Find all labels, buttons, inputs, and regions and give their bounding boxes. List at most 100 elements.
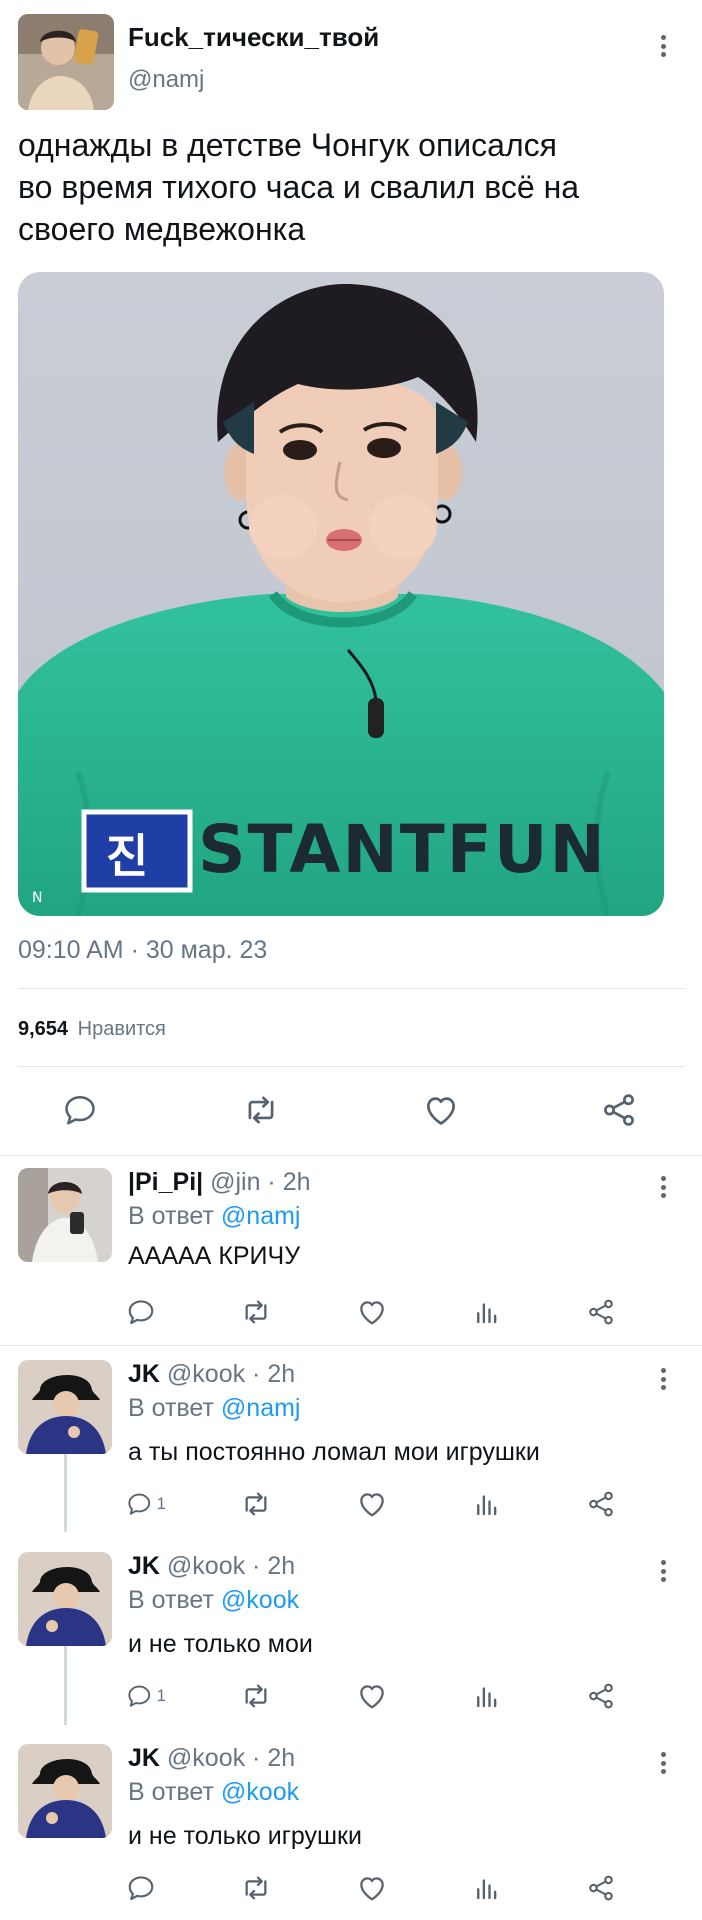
retweet-icon [240, 1872, 272, 1904]
reply-tweet[interactable]: JK @kook · 2h В ответ @namj а ты постоян… [0, 1346, 702, 1536]
stats-bars-icon [472, 1297, 502, 1327]
reply-text: ААААА КРИЧУ [128, 1242, 301, 1270]
reply-handle-time[interactable]: @kook · 2h [167, 1360, 295, 1388]
like-button[interactable] [356, 1484, 396, 1524]
reply-to-link[interactable]: @namj [221, 1202, 301, 1230]
reply-tweet[interactable]: |Pi_Pi| @jin · 2h В ответ @namj ААААА КР… [0, 1156, 702, 1344]
reply-context: В ответ @kook [128, 1778, 299, 1807]
share-button[interactable] [586, 1676, 626, 1716]
share-icon [586, 1873, 616, 1903]
reply-handle-time[interactable]: @jin · 2h [210, 1168, 310, 1196]
tweet-media-image[interactable]: STANTFUN 진 N [18, 272, 664, 916]
author-handle[interactable]: @namj [128, 66, 204, 94]
reply-button[interactable] [62, 1090, 102, 1130]
reply-author-name[interactable]: JK [128, 1552, 160, 1580]
retweet-button[interactable] [240, 1676, 280, 1716]
reply-author-name[interactable]: JK [128, 1744, 160, 1772]
share-button[interactable] [586, 1868, 626, 1908]
stats-button[interactable] [472, 1868, 512, 1908]
more-options-icon[interactable] [653, 31, 673, 61]
reply-prefix: В ответ [128, 1394, 214, 1422]
reply-to-link[interactable]: @namj [221, 1394, 301, 1422]
more-options-icon[interactable] [653, 1172, 673, 1202]
reply-handle-time[interactable]: @kook · 2h [167, 1744, 295, 1772]
reply-avatar[interactable] [18, 1552, 112, 1646]
reply-text: а ты постоянно ломал мои игрушки [128, 1438, 540, 1466]
heart-icon [356, 1488, 388, 1520]
reply-to-link[interactable]: @kook [221, 1778, 299, 1806]
more-options-icon[interactable] [653, 1556, 673, 1586]
reply-text: и не только мои [128, 1630, 313, 1658]
like-button[interactable] [356, 1292, 396, 1332]
heart-icon [356, 1872, 388, 1904]
share-button[interactable] [586, 1484, 626, 1524]
share-icon [600, 1091, 638, 1129]
reply-avatar[interactable] [18, 1168, 112, 1262]
tweet-text: однажды в детстве Чонгук описался во вре… [18, 124, 579, 250]
reply-header: |Pi_Pi| @jin · 2h [128, 1168, 311, 1197]
reply-text: и не только игрушки [128, 1822, 362, 1850]
reply-bubble-icon [126, 1681, 153, 1711]
retweet-icon [242, 1091, 280, 1129]
stats-bars-icon [472, 1489, 502, 1519]
retweet-icon [240, 1680, 272, 1712]
heart-icon [422, 1091, 460, 1129]
divider [18, 988, 684, 989]
reply-author-name[interactable]: |Pi_Pi| [128, 1168, 203, 1196]
heart-icon [356, 1680, 388, 1712]
stats-bars-icon [472, 1873, 502, 1903]
retweet-button[interactable] [242, 1090, 282, 1130]
tweet-timestamp[interactable]: 09:10 AM · 30 мар. 23 [18, 936, 267, 965]
reply-button[interactable] [126, 1292, 166, 1332]
reply-handle-time[interactable]: @kook · 2h [167, 1552, 295, 1580]
reply-tweet[interactable]: JK @kook · 2h В ответ @kook и не только … [0, 1538, 702, 1728]
reply-header: JK @kook · 2h [128, 1360, 295, 1389]
stats-button[interactable] [472, 1484, 512, 1524]
divider [18, 1066, 684, 1067]
likes-count: 9,654 [18, 1018, 69, 1040]
reply-bubble-icon [62, 1092, 98, 1128]
more-options-icon[interactable] [653, 1364, 673, 1394]
reply-bubble-icon [126, 1489, 153, 1519]
likes-label: Нравится [77, 1018, 166, 1040]
reply-header: JK @kook · 2h [128, 1744, 295, 1773]
like-button[interactable] [422, 1090, 462, 1130]
share-icon [586, 1681, 616, 1711]
reply-bubble-icon [126, 1873, 156, 1903]
stats-button[interactable] [472, 1292, 512, 1332]
reply-button[interactable]: 1 [126, 1676, 166, 1716]
reply-author-name[interactable]: JK [128, 1360, 160, 1388]
reply-button[interactable]: 1 [126, 1484, 166, 1524]
like-button[interactable] [356, 1868, 396, 1908]
reply-count: 1 [156, 1686, 166, 1705]
author-avatar[interactable] [18, 14, 114, 110]
author-display-name[interactable]: Fuck_тически_твой [128, 22, 379, 53]
badge-text: 진 [106, 829, 148, 883]
tweet-text-line: однажды в детстве Чонгук описался [18, 127, 557, 163]
reply-avatar[interactable] [18, 1360, 112, 1454]
reply-prefix: В ответ [128, 1586, 214, 1614]
retweet-icon [240, 1296, 272, 1328]
reply-button[interactable] [126, 1868, 166, 1908]
reply-context: В ответ @kook [128, 1586, 299, 1615]
share-button[interactable] [586, 1292, 626, 1332]
share-icon [586, 1297, 616, 1327]
stats-button[interactable] [472, 1676, 512, 1716]
shirt-print-text: STANTFUN [198, 811, 607, 888]
retweet-button[interactable] [240, 1868, 280, 1908]
reply-tweet[interactable]: JK @kook · 2h В ответ @kook и не только … [0, 1730, 702, 1920]
retweet-button[interactable] [240, 1292, 280, 1332]
like-button[interactable] [356, 1676, 396, 1716]
likes-summary[interactable]: 9,654 Нравится [18, 1018, 166, 1041]
tweet-text-line: своего медвежонка [18, 211, 306, 247]
reply-avatar[interactable] [18, 1744, 112, 1838]
reply-header: JK @kook · 2h [128, 1552, 295, 1581]
reply-context: В ответ @namj [128, 1202, 300, 1231]
more-options-icon[interactable] [653, 1748, 673, 1778]
share-button[interactable] [600, 1090, 640, 1130]
heart-icon [356, 1296, 388, 1328]
reply-prefix: В ответ [128, 1778, 214, 1806]
reply-to-link[interactable]: @kook [221, 1586, 299, 1614]
retweet-button[interactable] [240, 1484, 280, 1524]
reply-bubble-icon [126, 1297, 156, 1327]
